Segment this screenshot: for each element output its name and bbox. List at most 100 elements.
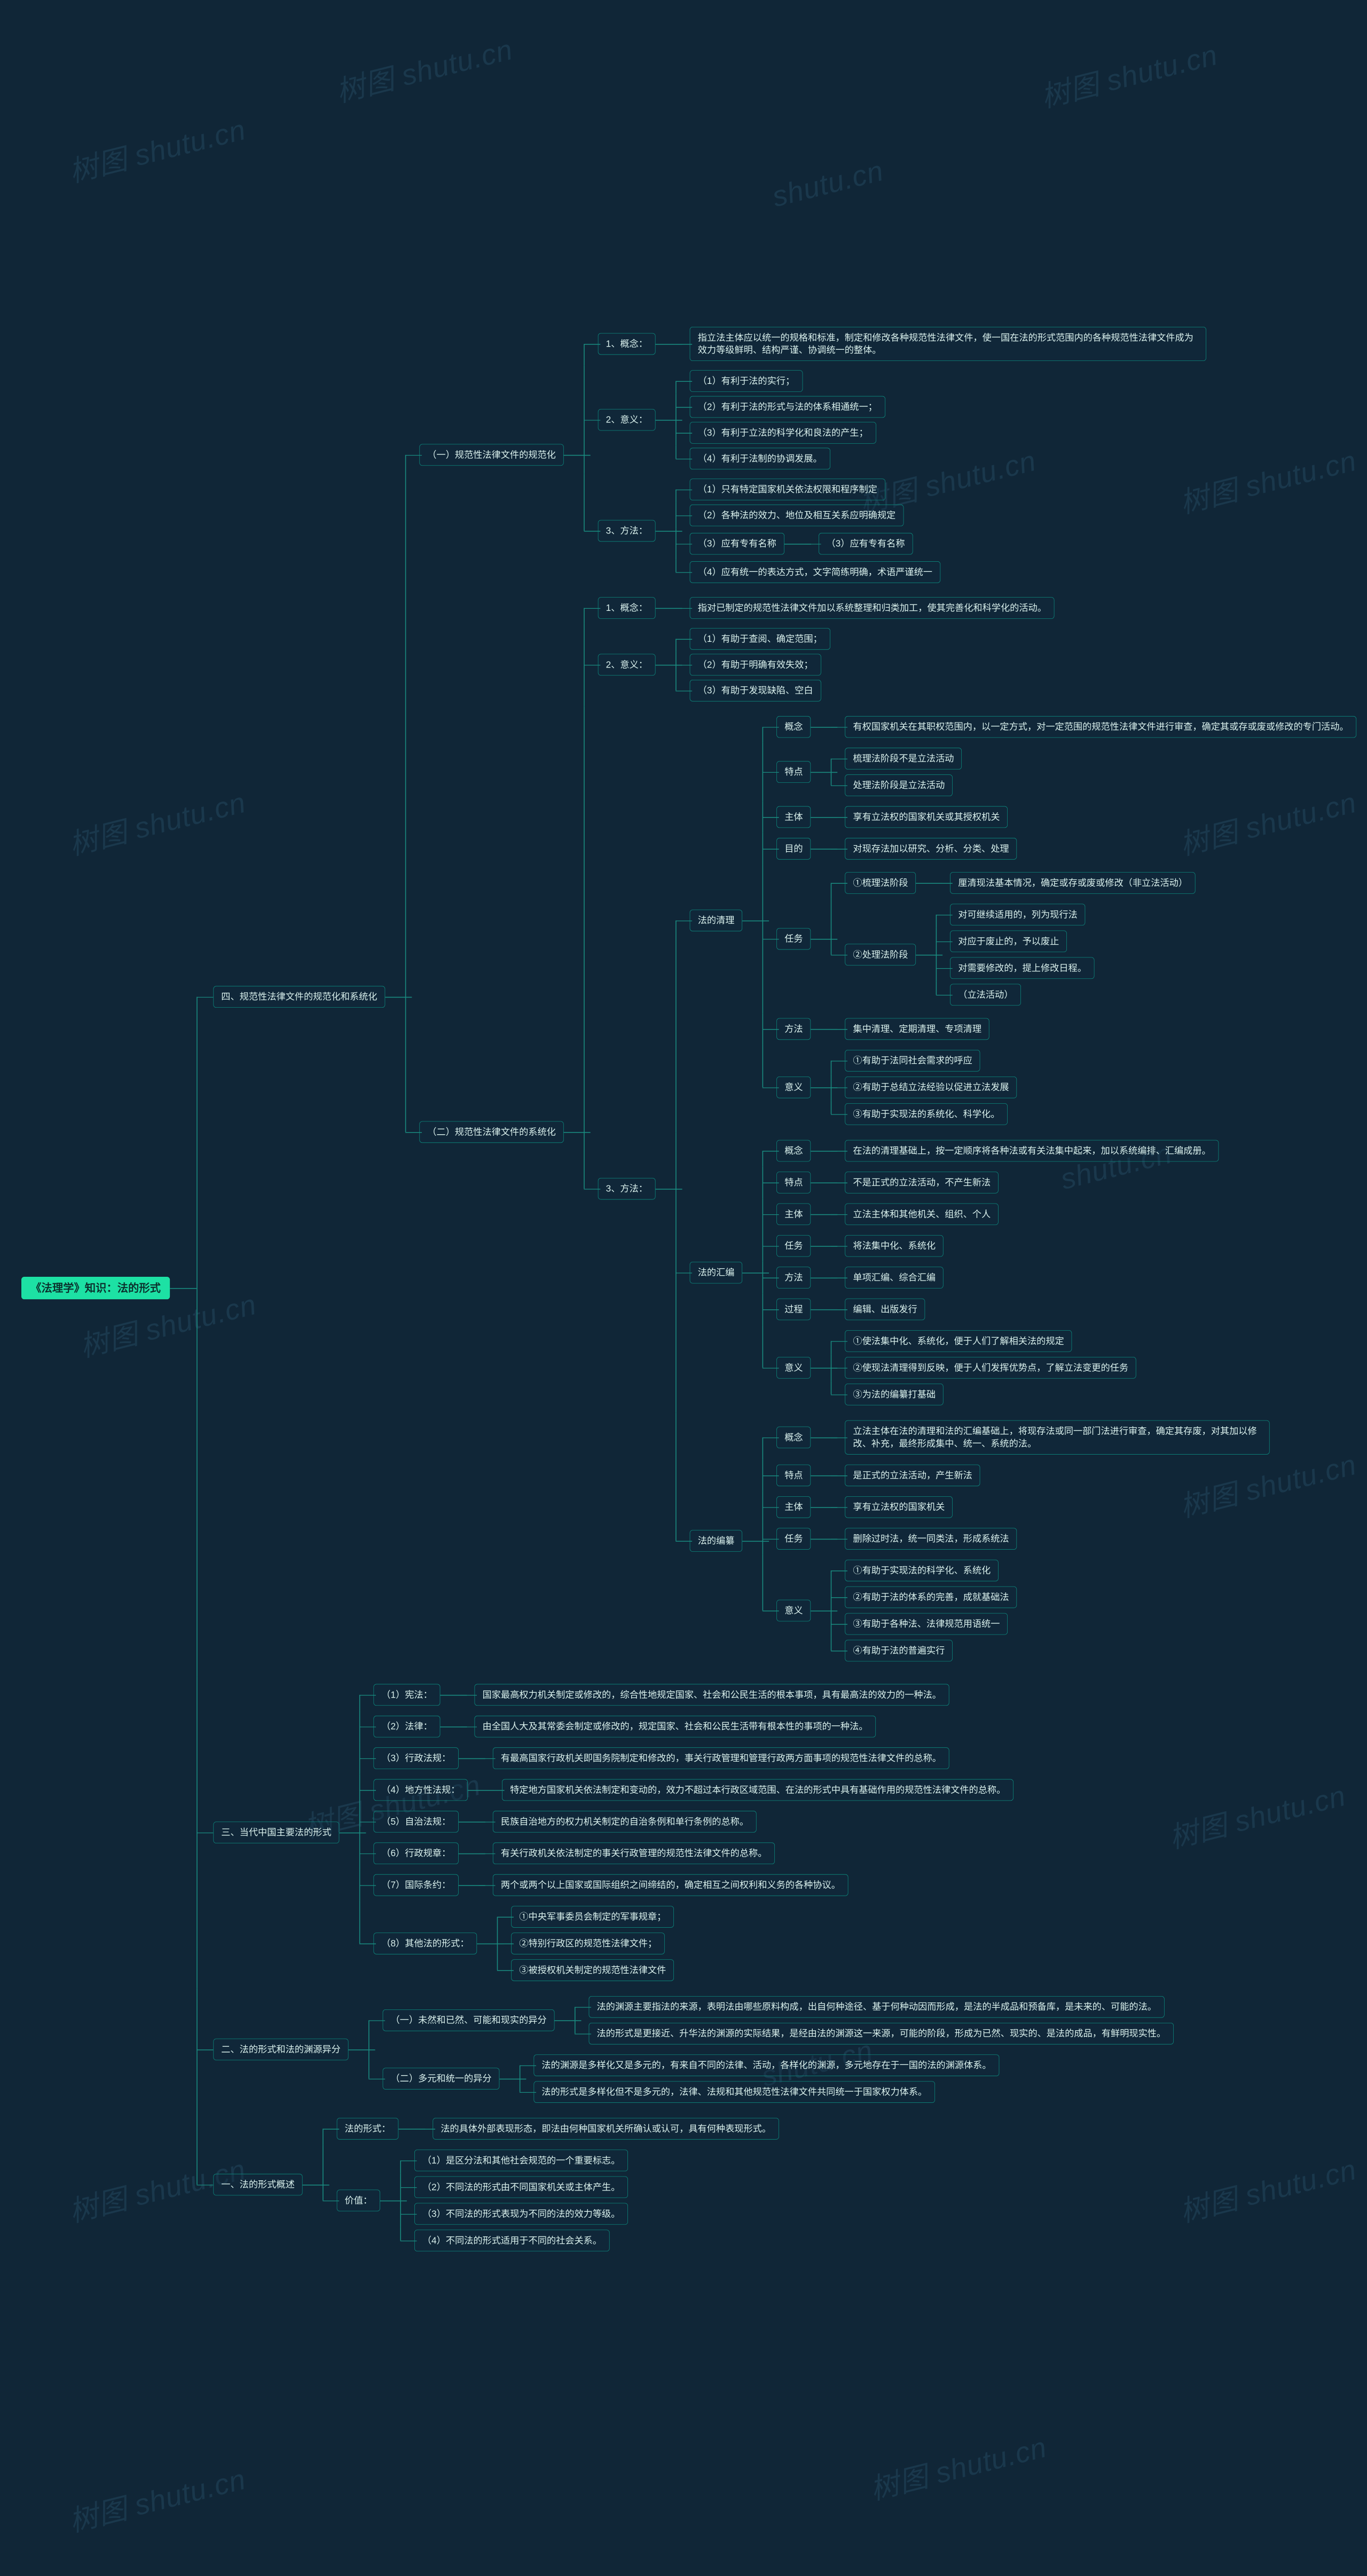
- root-li: 《法理学》知识：法的形式 四、规范性法律文件的规范化和系统化 （一）规范性法律文…: [21, 317, 1064, 2259]
- section-2: 二、法的形式和法的渊源异分 （一）未然和已然、可能和现实的异分 法的渊源主要指法…: [197, 1989, 1196, 2110]
- m1-c3-l: 主体: [776, 806, 811, 828]
- s4-a-n3-i3b: （3）应有专有名称: [819, 533, 913, 555]
- section-1-title: 一、法的形式概述: [213, 2174, 302, 2196]
- m1-c7-i3: ③有助于实现法的系统化、科学化。: [845, 1103, 1008, 1125]
- m1-c1-t: 有权国家机关在其职权范围内，以一定方式，对一定范围的规范性法律文件进行审查，确定…: [845, 716, 1357, 738]
- s3-i8-a: ①中央军事委员会制定的军事规章；: [511, 1906, 674, 1928]
- section-4-title: 四、规范性法律文件的规范化和系统化: [213, 986, 385, 1008]
- s3-i8-l: （8）其他法的形式：: [373, 1933, 477, 1954]
- watermark-text: 树图 shutu.cn: [1036, 31, 1221, 115]
- s2-b-i1: 法的渊源是多样化又是多元的，有来自不同的法律、活动，各样化的渊源，多元地存在于一…: [533, 2054, 999, 2076]
- s3-i1-t: 国家最高权力机关制定或修改的，综合性地规定国家、社会和公民生活的根本事项，具有最…: [475, 1684, 949, 1706]
- s3-i5-l: （5）自治法规：: [373, 1811, 459, 1833]
- m2-c6-l: 过程: [776, 1299, 811, 1321]
- s4-b: （二）规范性法律文件的系统化 1、概念： 指对已制定的规范性法律文件加以系统整理…: [405, 590, 1196, 1674]
- m2-c7-i3: ③为法的编纂打基础: [845, 1384, 944, 1405]
- m1-c5-b-i1: 对可继续适用的，列为现行法: [950, 904, 1085, 926]
- s4-a-n3-i1: （1）只有特定国家机关依法权限和程序制定: [690, 478, 885, 500]
- s4-a: （一）规范性法律文件的规范化 1、概念： 指立法主体应以统一的规格和标准，制定和…: [405, 320, 1196, 590]
- s1-b-i1: （1）是区分法和其他社会规范的一个重要标志。: [414, 2150, 628, 2172]
- s1-a-l: 法的形式：: [337, 2118, 399, 2140]
- m3-c5-i2: ②有助于法的体系的完善，成就基础法: [845, 1587, 1017, 1608]
- s4-a-n2-i2: （2）有利于法的形式与法的体系相通统一；: [690, 396, 885, 418]
- m2-c2-l: 特点: [776, 1172, 811, 1193]
- m2-c2-t: 不是正式的立法活动，不产生新法: [845, 1172, 999, 1193]
- s4-b-n3-label: 3、方法：: [598, 1178, 656, 1200]
- m3-c5-i4: ④有助于法的普遍实行: [845, 1640, 953, 1662]
- section-2-title: 二、法的形式和法的渊源异分: [213, 2039, 348, 2061]
- section-3-title: 三、当代中国主要法的形式: [213, 1821, 339, 1843]
- watermark-text: 树图 shutu.cn: [865, 2423, 1050, 2508]
- s4-b-n1-label: 1、概念：: [598, 597, 656, 619]
- m3-c2-t: 是正式的立法活动，产生新法: [845, 1465, 980, 1487]
- m1-c7-l: 意义: [776, 1077, 811, 1098]
- m1-c5-a-l: ①梳理法阶段: [845, 872, 916, 894]
- s4-a-n2-i4: （4）有利于法制的协调发展。: [690, 448, 830, 470]
- m3-c5-i1: ①有助于实现法的科学化、系统化: [845, 1560, 999, 1582]
- s3-i3-l: （3）行政法规：: [373, 1747, 459, 1769]
- m2-c5-t: 单项汇编、综合汇编: [845, 1267, 944, 1289]
- m2-c1-t: 在法的清理基础上，按一定顺序将各种法或有关法集中起来，加以系统编排、汇编成册。: [845, 1140, 1219, 1162]
- s3-i2-t: 由全国人大及其常委会制定或修改的，规定国家、社会和公民生活带有根本性的事项的一种…: [475, 1716, 876, 1738]
- m1-c5-a-t: 厘清现法基本情况，确定或存或废或修改（非立法活动）: [950, 872, 1195, 894]
- mindmap-root-container: 《法理学》知识：法的形式 四、规范性法律文件的规范化和系统化 （一）规范性法律文…: [21, 317, 1064, 2259]
- s3-i6-t: 有关行政机关依法制定的事关行政管理的规范性法律文件的总称。: [493, 1842, 775, 1864]
- s1-b-i3: （3）不同法的形式表现为不同的法的效力等级。: [414, 2203, 628, 2225]
- m2-c7-i1: ①使法集中化、系统化，便于人们了解相关法的规定: [845, 1330, 1072, 1352]
- s2-a-title: （一）未然和已然、可能和现实的异分: [383, 2009, 555, 2031]
- s3-i1-l: （1）宪法：: [373, 1684, 440, 1706]
- section-4: 四、规范性法律文件的规范化和系统化 （一）规范性法律文件的规范化 1、概念： 指…: [197, 317, 1196, 1676]
- m2-c1-l: 概念: [776, 1140, 811, 1162]
- s1-a-t: 法的具体外部表现形态，即法由何种国家机关所确认或认可，具有何种表现形式。: [433, 2118, 779, 2140]
- m2-c3-t: 立法主体和其他机关、组织、个人: [845, 1204, 999, 1226]
- s4-a-n2-label: 2、意义：: [598, 409, 656, 431]
- m3-c5-l: 意义: [776, 1600, 811, 1622]
- m1-c2-l: 特点: [776, 761, 811, 783]
- s4-b-n2-i3: （3）有助于发现缺陷、空白: [690, 680, 821, 702]
- s4-b-n2-label: 2、意义：: [598, 654, 656, 676]
- s3-i2-l: （2）法律：: [373, 1716, 440, 1738]
- m3-c4-l: 任务: [776, 1528, 811, 1550]
- m2-c4-t: 将法集中化、系统化: [845, 1235, 944, 1257]
- watermark-text: 树图 shutu.cn: [1175, 2146, 1360, 2230]
- m1-c6-t: 集中清理、定期清理、专项清理: [845, 1018, 989, 1040]
- s2-a-i2: 法的形式是更接近、升华法的渊源的实际结果，是经由法的渊源这一来源，可能的阶段，形…: [589, 2023, 1174, 2045]
- m2-c7-l: 意义: [776, 1357, 811, 1379]
- m1-c3-t: 享有立法权的国家机关或其授权机关: [845, 806, 1008, 828]
- s4-a-n1-text: 指立法主体应以统一的规格和标准，制定和修改各种规范性法律文件，使一国在法的形式范…: [690, 327, 1206, 361]
- watermark-text: 树图 shutu.cn: [64, 2455, 249, 2540]
- s4-b-title: （二）规范性法律文件的系统化: [419, 1121, 563, 1143]
- m2-c3-l: 主体: [776, 1204, 811, 1226]
- m2-title: 法的汇编: [690, 1262, 742, 1284]
- s3-i6-l: （6）行政规章：: [373, 1842, 459, 1864]
- s4-a-n3-i4: （4）应有统一的表达方式，文字简练明确，术语严谨统一: [690, 561, 940, 583]
- s1-b-i4: （4）不同法的形式适用于不同的社会关系。: [414, 2230, 610, 2252]
- s3-i7-t: 两个或两个以上国家或国际组织之间缔结的，确定相互之间权利和义务的各种协议。: [493, 1874, 849, 1896]
- s1-b-i2: （2）不同法的形式由不同国家机关或主体产生。: [414, 2177, 628, 2198]
- m1-c1-l: 概念: [776, 716, 811, 738]
- root-node[interactable]: 《法理学》知识：法的形式: [21, 1277, 170, 1299]
- m3-c3-t: 享有立法权的国家机关: [845, 1496, 953, 1518]
- m1-c4-t: 对现存法加以研究、分析、分类、处理: [845, 838, 1017, 860]
- m1-title: 法的清理: [690, 909, 742, 931]
- section-1: 一、法的形式概述 法的形式： 法的具体外部表现形态，即法由何种国家机关所确认或认可…: [197, 2110, 1196, 2259]
- s3-i3-t: 有最高国家行政机关即国务院制定和修改的，事关行政管理和管理行政两方面事项的规范性…: [493, 1747, 949, 1769]
- m1-c5-b-l: ②处理法阶段: [845, 944, 916, 966]
- s2-b-i2: 法的形式是多样化但不是多元的，法律、法规和其他规范性法律文件共同统一于国家权力体…: [533, 2081, 935, 2103]
- watermark-text: 树图 shutu.cn: [64, 106, 249, 190]
- m1-c2-a: 梳理法阶段不是立法活动: [845, 748, 962, 769]
- m1-c5-b-i4: （立法活动）: [950, 984, 1021, 1006]
- m3-c5-i3: ③有助于各种法、法律规范用语统一: [845, 1613, 1008, 1635]
- watermark-text: shutu.cn: [769, 154, 887, 214]
- s3-i4-l: （4）地方性法规：: [373, 1779, 468, 1801]
- m1-c2-b: 处理法阶段是立法活动: [845, 774, 953, 796]
- s1-b-l: 价值：: [337, 2190, 380, 2212]
- s4-a-n3-label: 3、方法：: [598, 520, 656, 542]
- m3-c3-l: 主体: [776, 1496, 811, 1518]
- m3-title: 法的编纂: [690, 1530, 742, 1552]
- s4-a-n1-label: 1、概念：: [598, 333, 656, 355]
- s4-b-n2-i2: （2）有助于明确有效失效；: [690, 654, 821, 676]
- watermark-text: 树图 shutu.cn: [331, 26, 516, 110]
- s4-b-n1-text: 指对已制定的规范性法律文件加以系统整理和归类加工，使其完善化和科学化的活动。: [690, 597, 1055, 619]
- s4-a-n3-i3: （3）应有专有名称: [690, 533, 784, 555]
